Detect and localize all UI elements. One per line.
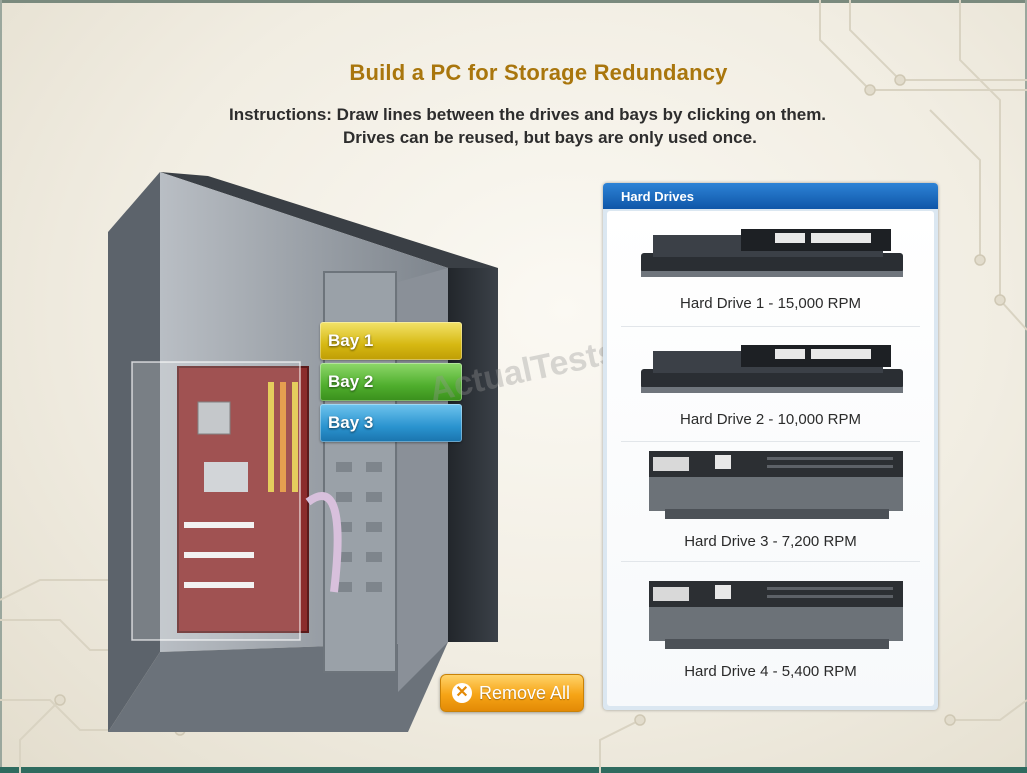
hard-drives-panel-header: Hard Drives [603, 183, 938, 209]
hard-drives-list: Hard Drive 1 - 15,000 RPM Hard Drive 2 -… [607, 211, 934, 706]
bay-3[interactable]: Bay 3 [320, 404, 462, 442]
hard-drives-panel-title: Hard Drives [621, 189, 694, 204]
bay-1-label: Bay 1 [328, 331, 374, 350]
bay-2-label: Bay 2 [328, 372, 374, 391]
ide-drive-icon [649, 451, 903, 519]
hard-drive-1[interactable]: Hard Drive 1 - 15,000 RPM [607, 211, 934, 327]
hard-drive-3-label: Hard Drive 3 - 7,200 RPM [684, 533, 857, 550]
hard-drive-2-label: Hard Drive 2 - 10,000 RPM [680, 411, 861, 428]
hard-drives-panel: Hard Drives Hard Drive 1 - 15,000 RPM Ha… [603, 183, 938, 710]
separator [621, 561, 920, 562]
ide-drive-icon [649, 581, 903, 649]
sata-drive-icon [641, 345, 903, 393]
hard-drive-3[interactable]: Hard Drive 3 - 7,200 RPM [607, 443, 934, 573]
hard-drive-4-label: Hard Drive 4 - 5,400 RPM [684, 663, 857, 680]
hard-drive-2[interactable]: Hard Drive 2 - 10,000 RPM [607, 327, 934, 442]
remove-all-button[interactable]: ✕ Remove All [440, 674, 584, 712]
hard-drive-4[interactable]: Hard Drive 4 - 5,400 RPM [607, 573, 934, 703]
page-title: Build a PC for Storage Redundancy [349, 60, 728, 85]
instructions-line-1: Instructions: Draw lines between the dri… [229, 105, 827, 124]
sata-drive-icon [641, 229, 903, 277]
instructions-line-2: Drives can be reused, but bays are only … [343, 128, 757, 147]
hard-drive-1-label: Hard Drive 1 - 15,000 RPM [680, 295, 861, 312]
bay-1[interactable]: Bay 1 [320, 322, 462, 360]
separator [621, 441, 920, 442]
close-circle-icon: ✕ [452, 683, 472, 703]
bay-3-label: Bay 3 [328, 413, 374, 432]
remove-all-label: Remove All [479, 683, 571, 703]
